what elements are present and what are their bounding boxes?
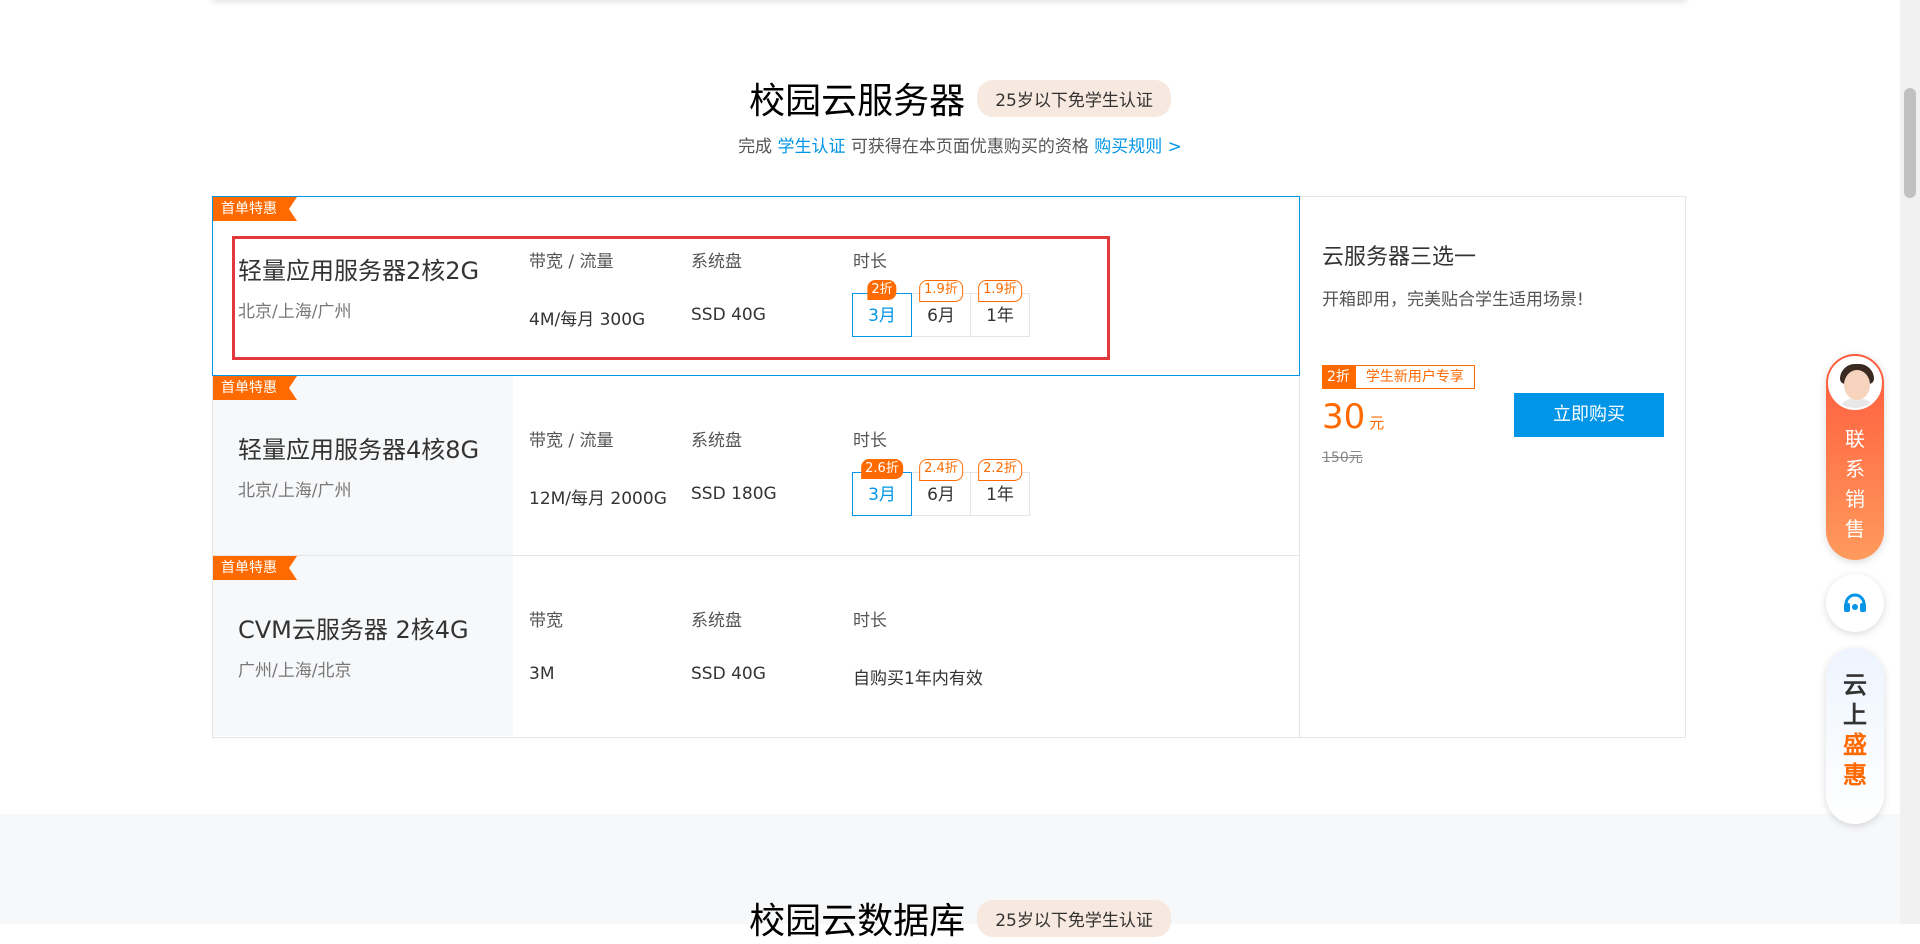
duration-label: 3月 (868, 485, 896, 505)
section-title: 校园云服务器 (749, 81, 966, 122)
section-subtitle: 完成 学生认证 可获得在本页面优惠购买的资格 购买规则 > (0, 132, 1920, 157)
disk-value: SSD 40G (691, 305, 766, 325)
duration-label: 6月 (927, 306, 955, 326)
duration-label: 3月 (868, 306, 896, 326)
duration-option-3m[interactable]: 2折 3月 (852, 280, 912, 337)
duration-label: 时长 (853, 431, 887, 451)
product-region: 北京/上海/广州 (238, 481, 352, 501)
product-name: 轻量应用服务器2核2G (238, 257, 480, 285)
bandwidth-value: 4M/每月 300G (529, 310, 646, 330)
duration-label: 1年 (986, 306, 1014, 326)
duration-options: 2.6折 3月 2.4折 6月 2.2折 1年 (852, 459, 1030, 516)
price: 30 元 (1322, 397, 1384, 437)
disk-label: 系统盘 (691, 252, 742, 272)
contact-sales-button[interactable]: 联 系 销 售 (1826, 354, 1884, 560)
product-list: 首单特惠 轻量应用服务器2核2G 北京/上海/广州 带宽 / 流量 4M/每月 … (212, 196, 1300, 738)
first-order-tag: 首单特惠 (213, 376, 297, 400)
duration-option-6m[interactable]: 1.9折 6月 (911, 280, 971, 337)
duration-options: 2折 3月 1.9折 6月 1.9折 1年 (852, 280, 1030, 337)
disk-value: SSD 40G (691, 664, 766, 684)
product-info (213, 556, 513, 736)
cloud-promo-button[interactable]: 云 上 盛 惠 (1826, 648, 1884, 824)
disk-label: 系统盘 (691, 431, 742, 451)
scrollbar-thumb[interactable] (1904, 88, 1916, 198)
bandwidth-label: 带宽 / 流量 (529, 252, 614, 272)
section2-title: 校园云数据库 (749, 901, 966, 942)
panel-title: 云服务器三选一 (1322, 245, 1477, 270)
discount-badge: 2折 (867, 280, 897, 300)
discount-badge: 1.9折 (978, 280, 1022, 302)
first-order-tag: 首单特惠 (213, 556, 297, 580)
sales-avatar-icon (1828, 356, 1882, 410)
disk-value: SSD 180G (691, 484, 777, 504)
bandwidth-label: 带宽 (529, 611, 563, 631)
duration-label: 6月 (927, 485, 955, 505)
promo-badge: 2折 学生新用户专享 (1322, 365, 1475, 389)
discount-badge: 1.9折 (919, 280, 963, 302)
student-auth-link[interactable]: 学生认证 (777, 137, 845, 157)
duration-option-1y[interactable]: 2.2折 1年 (970, 459, 1030, 516)
bandwidth-label: 带宽 / 流量 (529, 431, 614, 451)
product-name: CVM云服务器 2核4G (238, 616, 469, 644)
product-region: 北京/上海/广州 (238, 302, 352, 322)
duration-option-6m[interactable]: 2.4折 6月 (911, 459, 971, 516)
product-row[interactable]: 首单特惠 CVM云服务器 2核4G 广州/上海/北京 带宽 3M 系统盘 SSD… (213, 556, 1299, 736)
discount-badge: 2.4折 (919, 459, 963, 481)
original-price: 150元 (1322, 450, 1363, 466)
new-user-badge: 学生新用户专享 (1354, 365, 1475, 389)
duration-option-1y[interactable]: 1.9折 1年 (970, 280, 1030, 337)
purchase-panel: 云服务器三选一 开箱即用，完美贴合学生适用场景! 2折 学生新用户专享 30 元 … (1300, 196, 1686, 738)
price-unit: 元 (1369, 414, 1385, 432)
first-order-tag: 首单特惠 (213, 197, 297, 221)
duration-option-3m[interactable]: 2.6折 3月 (852, 459, 912, 516)
page-scrollbar[interactable] (1900, 0, 1920, 924)
product-info (213, 197, 513, 375)
product-row[interactable]: 首单特惠 轻量应用服务器4核8G 北京/上海/广州 带宽 / 流量 12M/每月… (213, 376, 1299, 556)
discount-badge: 2.2折 (978, 459, 1022, 481)
customer-service-button[interactable] (1826, 574, 1884, 632)
buy-now-button[interactable]: 立即购买 (1514, 393, 1664, 437)
cloud-promo-label: 云 上 盛 惠 (1843, 671, 1867, 789)
duration-label: 1年 (986, 485, 1014, 505)
bandwidth-value: 12M/每月 2000G (529, 489, 667, 509)
purchase-rules-link[interactable]: 购买规则 > (1094, 137, 1182, 157)
duration-label: 时长 (853, 611, 887, 631)
section2-header: 校园云数据库 25岁以下免学生认证 (0, 892, 1920, 944)
discount-badge: 2.6折 (861, 459, 903, 479)
panel-desc: 开箱即用，完美贴合学生适用场景! (1322, 290, 1584, 310)
student-badge: 25岁以下免学生认证 (977, 899, 1171, 937)
discount-badge: 2折 (1322, 365, 1355, 389)
product-region: 广州/上海/北京 (238, 661, 352, 681)
subtitle-prefix: 完成 (738, 137, 773, 157)
headset-icon (1844, 593, 1866, 612)
subtitle-mid: 可获得在本页面优惠购买的资格 (850, 137, 1089, 157)
price-value: 30 (1322, 397, 1366, 437)
duration-label: 时长 (853, 252, 887, 272)
contact-sales-label: 联 系 销 售 (1845, 427, 1865, 541)
product-info (213, 376, 513, 555)
student-badge: 25岁以下免学生认证 (977, 79, 1171, 117)
bandwidth-value: 3M (529, 664, 555, 684)
product-name: 轻量应用服务器4核8G (238, 436, 480, 464)
duration-value: 自购买1年内有效 (853, 669, 983, 689)
section-header: 校园云服务器 25岁以下免学生认证 (0, 72, 1920, 124)
disk-label: 系统盘 (691, 611, 742, 631)
product-row[interactable]: 首单特惠 轻量应用服务器2核2G 北京/上海/广州 带宽 / 流量 4M/每月 … (212, 196, 1300, 376)
